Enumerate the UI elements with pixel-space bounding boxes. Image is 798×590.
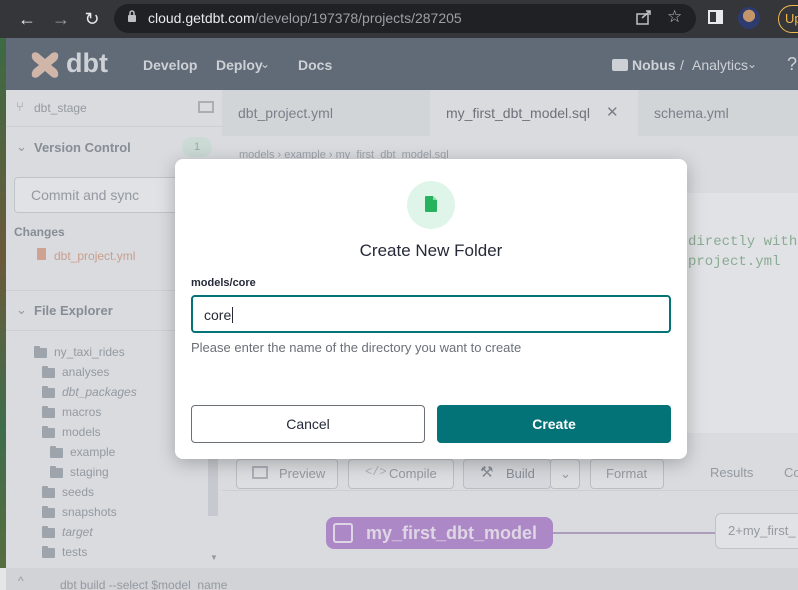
folder-name-input[interactable]: core [191,295,671,333]
new-file-icon-badge [407,181,455,229]
nav-docs[interactable]: Docs [298,57,332,73]
star-icon[interactable]: ☆ [667,7,682,27]
url-path: /develop/197378/projects/287205 [254,10,462,26]
url-text: cloud.getdbt.com/develop/197378/projects… [148,10,462,26]
dbt-logo-text[interactable]: dbt [66,48,108,79]
share-icon[interactable] [636,9,652,25]
project-name[interactable]: Analytics [692,57,748,73]
text-cursor [232,307,234,323]
new-file-icon [425,196,437,212]
profile-avatar[interactable] [738,7,760,29]
folder-path-label: models/core [191,277,256,289]
more-icon[interactable]: ? [787,54,797,75]
help-text: Please enter the name of the directory y… [191,340,522,355]
deploy-chevron-down-icon: ⌄ [260,57,271,71]
back-icon[interactable]: ← [14,6,40,32]
lock-icon [128,10,136,22]
forward-icon[interactable]: → [48,6,74,32]
dbt-logo-icon[interactable] [28,48,62,82]
nav-separator: / [680,57,684,73]
create-folder-dialog: Create New Folder models/core core Pleas… [175,159,687,459]
folder-icon [612,59,628,71]
dialog-title: Create New Folder [359,241,503,260]
update-button[interactable]: Upd [778,5,798,33]
reload-icon[interactable]: ↻ [79,6,105,32]
url-host: cloud.getdbt.com [148,10,255,26]
account-name[interactable]: Nobus [632,57,676,73]
create-button[interactable]: Create [437,405,671,443]
nav-develop[interactable]: Develop [143,57,197,73]
sidepanel-icon[interactable] [708,10,723,24]
nav-deploy[interactable]: Deploy [216,57,263,73]
cancel-button[interactable]: Cancel [191,405,425,443]
project-chevron-down-icon[interactable]: ⌄ [747,57,757,71]
folder-name-value: core [204,307,232,323]
